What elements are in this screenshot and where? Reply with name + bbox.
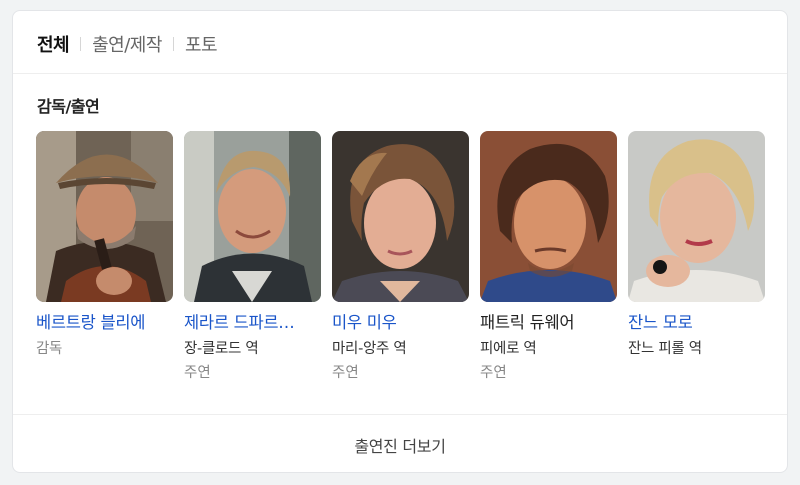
person-photo[interactable] (628, 131, 765, 302)
people-list: 베르트랑 블리에 감독 제라르 드파르… 장-클로드 역 주연 미우 미우 마리… (36, 131, 765, 383)
person-name[interactable]: 미우 미우 (332, 312, 469, 334)
person-name[interactable]: 패트릭 듀웨어 (480, 312, 617, 334)
section-title: 감독/출연 (37, 97, 100, 116)
person-role: 피에로 역 (480, 341, 537, 357)
tab-all[interactable]: 전체 (37, 31, 70, 57)
person-role-type: 주연 (332, 365, 359, 381)
more-cast-button[interactable]: 출연진 더보기 (13, 415, 787, 472)
person-name[interactable]: 베르트랑 블리에 (36, 312, 173, 334)
person-photo-image (628, 131, 765, 302)
person-card[interactable]: 제라르 드파르… 장-클로드 역 주연 (184, 131, 321, 383)
person-card[interactable]: 미우 미우 마리-앙주 역 주연 (332, 131, 469, 383)
person-card[interactable]: 잔느 모로 잔느 피롤 역 (628, 131, 765, 383)
person-photo-image (332, 131, 469, 302)
tab-separator (172, 37, 174, 51)
person-name[interactable]: 제라르 드파르… (184, 312, 321, 334)
person-role: 감독 (36, 341, 63, 357)
person-role: 장-클로드 역 (184, 341, 259, 357)
tab-separator (80, 37, 82, 51)
person-photo-image (36, 131, 173, 302)
person-role-type: 주연 (480, 365, 507, 381)
person-role: 마리-앙주 역 (332, 341, 407, 357)
divider (13, 73, 787, 74)
tab-cast-crew[interactable]: 출연/제작 (92, 31, 162, 57)
person-role-type: 주연 (184, 365, 211, 381)
person-photo-image (480, 131, 617, 302)
person-photo[interactable] (332, 131, 469, 302)
tab-bar: 전체 출연/제작 포토 (37, 29, 218, 59)
person-photo[interactable] (480, 131, 617, 302)
person-photo[interactable] (184, 131, 321, 302)
person-role: 잔느 피롤 역 (628, 341, 702, 357)
person-card[interactable]: 베르트랑 블리에 감독 (36, 131, 173, 383)
cast-card: 전체 출연/제작 포토 감독/출연 베르트랑 블리에 감독 제라르 드파르… 장… (12, 10, 788, 473)
person-photo[interactable] (36, 131, 173, 302)
person-name[interactable]: 잔느 모로 (628, 312, 765, 334)
person-card[interactable]: 패트릭 듀웨어 피에로 역 주연 (480, 131, 617, 383)
person-photo-image (184, 131, 321, 302)
tab-photo[interactable]: 포토 (185, 31, 218, 57)
